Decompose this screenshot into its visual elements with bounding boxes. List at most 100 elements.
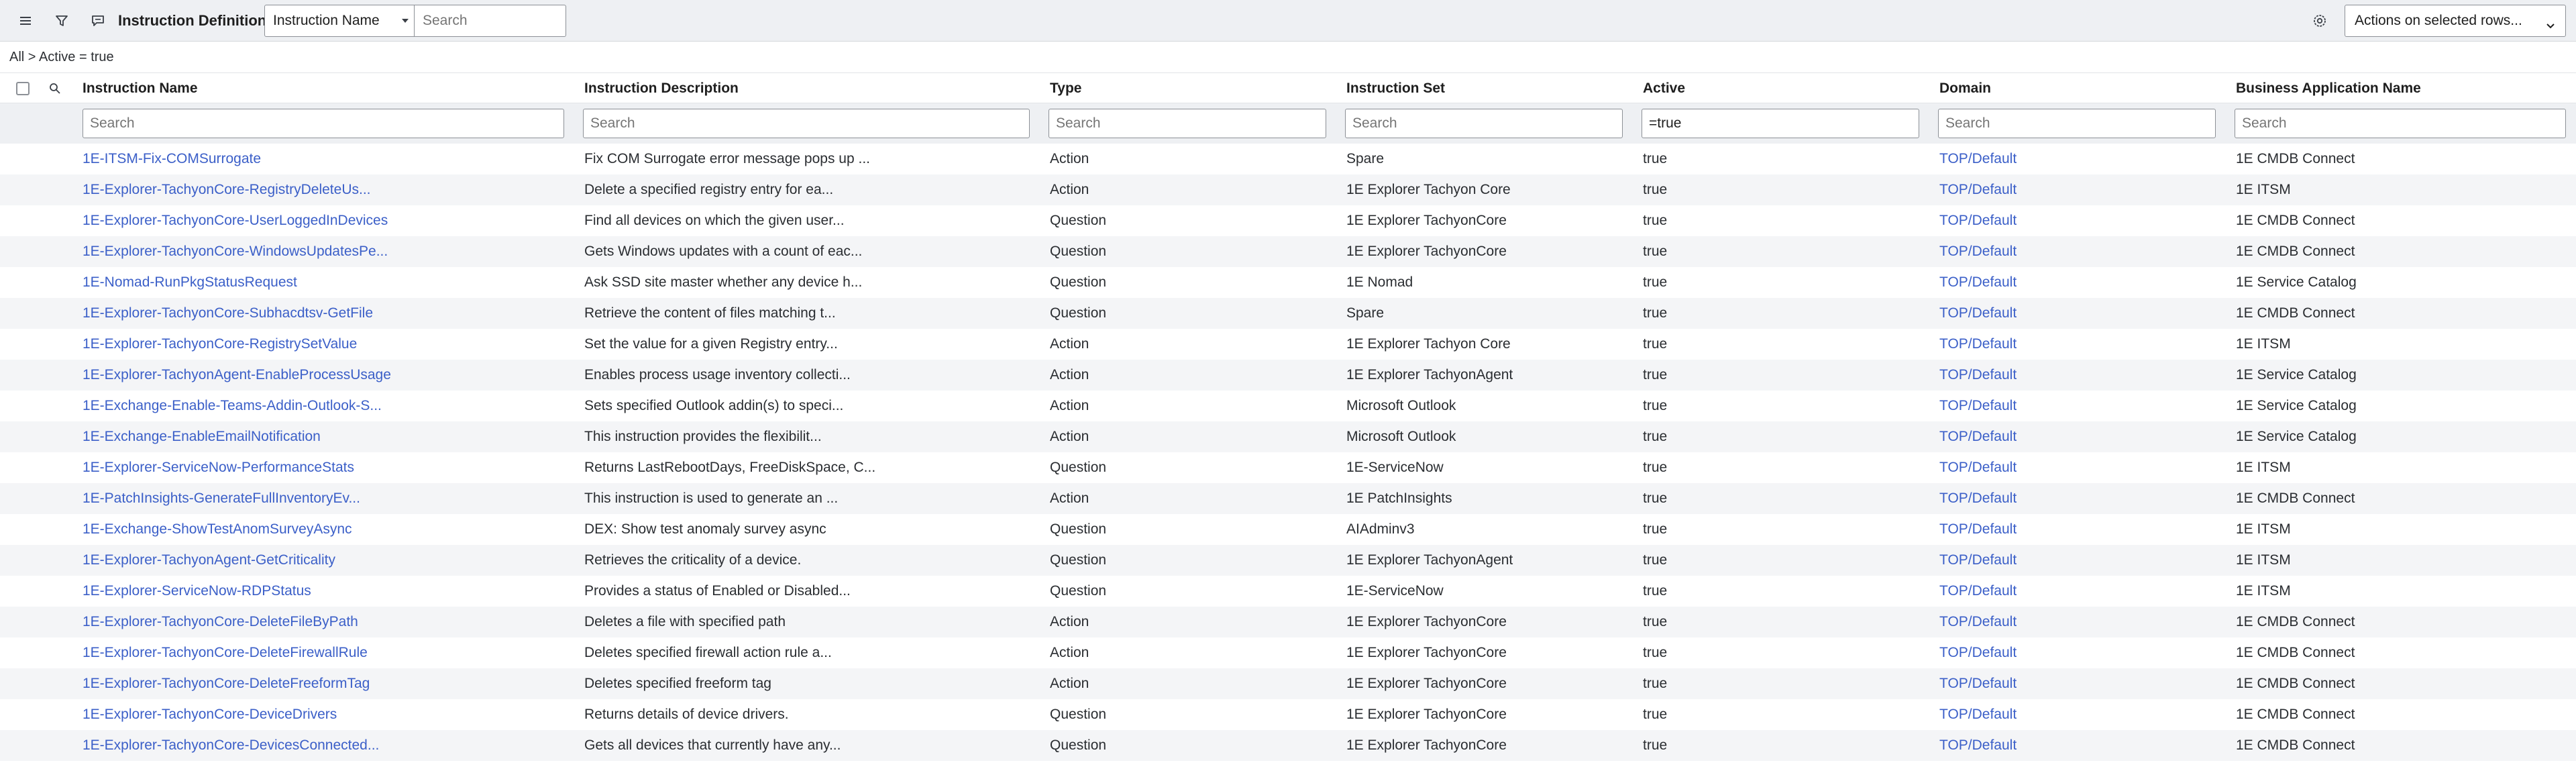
column-header-instruction-set[interactable]: Instruction Set — [1346, 73, 1445, 104]
column-header-instruction-description[interactable]: Instruction Description — [584, 73, 739, 104]
cell-instruction-set: 1E Explorer TachyonCore — [1346, 676, 1507, 691]
funnel-filter-icon[interactable] — [47, 6, 76, 36]
table-row[interactable]: 1E-Explorer-TachyonCore-RegistryDeleteUs… — [0, 174, 2576, 205]
cell-domain[interactable]: TOP/Default — [1939, 576, 2228, 607]
cell-active: true — [1643, 737, 1668, 753]
cell-instruction-description: Gets all devices that currently have any… — [584, 737, 841, 753]
table-row[interactable]: 1E-Explorer-TachyonCore-UserLoggedInDevi… — [0, 205, 2576, 236]
filter-input-business-application-name[interactable] — [2235, 109, 2566, 138]
cell-instruction-name[interactable]: 1E-Explorer-TachyonCore-DeviceDrivers — [83, 699, 579, 730]
cell-instruction-name[interactable]: 1E-Explorer-TachyonCore-WindowsUpdatesPe… — [83, 236, 579, 267]
cell-business-application-name: 1E CMDB Connect — [2236, 305, 2355, 321]
cell-instruction-name[interactable]: 1E-Exchange-ShowTestAnomSurveyAsync — [83, 514, 579, 545]
cell-instruction-description: Returns LastRebootDays, FreeDiskSpace, C… — [584, 460, 876, 475]
cell-instruction-name[interactable]: 1E-Explorer-TachyonCore-DeleteFirewallRu… — [83, 637, 579, 668]
table-row[interactable]: 1E-Explorer-TachyonAgent-GetCriticality R… — [0, 545, 2576, 576]
cell-type: Action — [1050, 676, 1089, 691]
cell-instruction-name[interactable]: 1E-Explorer-TachyonAgent-GetCriticality — [83, 545, 579, 576]
cell-domain[interactable]: TOP/Default — [1939, 637, 2228, 668]
cell-instruction-name[interactable]: 1E-Exchange-EnableEmailNotification — [83, 421, 579, 452]
cell-instruction-name[interactable]: 1E-Explorer-TachyonCore-DeleteFreeformTa… — [83, 668, 579, 699]
cell-domain[interactable]: TOP/Default — [1939, 483, 2228, 514]
cell-domain[interactable]: TOP/Default — [1939, 514, 2228, 545]
cell-domain[interactable]: TOP/Default — [1939, 298, 2228, 329]
filter-input-active[interactable] — [1642, 109, 1919, 138]
cell-instruction-name[interactable]: 1E-Nomad-RunPkgStatusRequest — [83, 267, 579, 298]
table-row[interactable]: 1E-Explorer-TachyonCore-WindowsUpdatesPe… — [0, 236, 2576, 267]
table-row[interactable]: 1E-Explorer-ServiceNow-PerformanceStats R… — [0, 452, 2576, 483]
cell-business-application-name: 1E CMDB Connect — [2236, 707, 2355, 722]
cell-domain[interactable]: TOP/Default — [1939, 236, 2228, 267]
column-header-instruction-name[interactable]: Instruction Name — [83, 73, 198, 104]
cell-business-application-name: 1E ITSM — [2236, 552, 2291, 568]
magnifier-icon[interactable] — [40, 74, 70, 103]
cell-domain[interactable]: TOP/Default — [1939, 144, 2228, 174]
table-row[interactable]: 1E-Nomad-RunPkgStatusRequest Ask SSD site… — [0, 267, 2576, 298]
cell-instruction-name[interactable]: 1E-Explorer-TachyonCore-Subhacdtsv-GetFi… — [83, 298, 579, 329]
cell-domain[interactable]: TOP/Default — [1939, 545, 2228, 576]
cell-domain[interactable]: TOP/Default — [1939, 668, 2228, 699]
table-row[interactable]: 1E-Explorer-TachyonCore-DeviceDrivers Ret… — [0, 699, 2576, 730]
cell-instruction-name[interactable]: 1E-PatchInsights-GenerateFullInventoryEv… — [83, 483, 579, 514]
cell-domain[interactable]: TOP/Default — [1939, 421, 2228, 452]
column-header-domain[interactable]: Domain — [1939, 73, 1991, 104]
cell-instruction-name[interactable]: 1E-Explorer-TachyonCore-UserLoggedInDevi… — [83, 205, 579, 236]
cell-domain[interactable]: TOP/Default — [1939, 360, 2228, 391]
table-row[interactable]: 1E-Exchange-Enable-Teams-Addin-Outlook-S… — [0, 391, 2576, 421]
filter-input-domain[interactable] — [1938, 109, 2216, 138]
table-row[interactable]: 1E-Explorer-TachyonCore-DeleteFileByPath… — [0, 607, 2576, 637]
speech-bubble-icon[interactable] — [83, 6, 113, 36]
cell-business-application-name: 1E CMDB Connect — [2236, 737, 2355, 753]
cell-instruction-name[interactable]: 1E-ITSM-Fix-COMSurrogate — [83, 144, 579, 174]
search-field-select-value: Instruction Name — [273, 13, 380, 28]
table-row[interactable]: 1E-PatchInsights-GenerateFullInventoryEv… — [0, 483, 2576, 514]
table-row[interactable]: 1E-Explorer-TachyonCore-RegistrySetValue… — [0, 329, 2576, 360]
cell-instruction-set: 1E PatchInsights — [1346, 491, 1452, 506]
cell-domain[interactable]: TOP/Default — [1939, 329, 2228, 360]
filter-input-instruction-description[interactable] — [583, 109, 1030, 138]
cell-instruction-name[interactable]: 1E-Explorer-TachyonCore-DevicesConnected… — [83, 730, 579, 761]
cell-instruction-name[interactable]: 1E-Explorer-TachyonAgent-EnableProcessUs… — [83, 360, 579, 391]
column-header-active[interactable]: Active — [1643, 73, 1685, 104]
search-field-select[interactable]: Instruction Name — [264, 5, 415, 37]
table-row[interactable]: 1E-Explorer-TachyonCore-DeleteFirewallRu… — [0, 637, 2576, 668]
cell-instruction-name[interactable]: 1E-Explorer-TachyonCore-RegistryDeleteUs… — [83, 174, 579, 205]
table-row[interactable]: 1E-Exchange-ShowTestAnomSurveyAsync DEX: … — [0, 514, 2576, 545]
cell-instruction-name[interactable]: 1E-Explorer-TachyonCore-RegistrySetValue — [83, 329, 579, 360]
column-header-type[interactable]: Type — [1050, 73, 1081, 104]
select-all-checkbox[interactable] — [16, 82, 30, 95]
table-row[interactable]: 1E-Explorer-ServiceNow-RDPStatus Provides… — [0, 576, 2576, 607]
cell-domain[interactable]: TOP/Default — [1939, 174, 2228, 205]
cell-domain[interactable]: TOP/Default — [1939, 267, 2228, 298]
cell-domain[interactable]: TOP/Default — [1939, 452, 2228, 483]
cell-type: Action — [1050, 429, 1089, 444]
breadcrumb-filter[interactable]: Active = true — [39, 50, 114, 64]
actions-on-selected-rows-select[interactable]: Actions on selected rows... — [2345, 5, 2566, 37]
cell-domain[interactable]: TOP/Default — [1939, 205, 2228, 236]
table-row[interactable]: 1E-Explorer-TachyonCore-Subhacdtsv-GetFi… — [0, 298, 2576, 329]
column-header-business-application-name[interactable]: Business Application Name — [2236, 73, 2421, 104]
cell-instruction-name[interactable]: 1E-Exchange-Enable-Teams-Addin-Outlook-S… — [83, 391, 579, 421]
cell-instruction-name[interactable]: 1E-Explorer-ServiceNow-PerformanceStats — [83, 452, 579, 483]
cell-instruction-name[interactable]: 1E-Explorer-ServiceNow-RDPStatus — [83, 576, 579, 607]
cell-domain[interactable]: TOP/Default — [1939, 699, 2228, 730]
cell-instruction-name[interactable]: 1E-Explorer-TachyonCore-DeleteFileByPath — [83, 607, 579, 637]
filter-input-instruction-set[interactable] — [1345, 109, 1623, 138]
hamburger-menu-icon[interactable] — [11, 6, 40, 36]
gear-icon[interactable] — [2305, 6, 2334, 36]
cell-domain[interactable]: TOP/Default — [1939, 607, 2228, 637]
list-search-input[interactable] — [415, 5, 566, 37]
cell-domain[interactable]: TOP/Default — [1939, 391, 2228, 421]
table-row[interactable]: 1E-ITSM-Fix-COMSurrogate Fix COM Surrogat… — [0, 144, 2576, 174]
table-row[interactable]: 1E-Exchange-EnableEmailNotification This … — [0, 421, 2576, 452]
cell-type: Action — [1050, 367, 1089, 382]
cell-domain[interactable]: TOP/Default — [1939, 730, 2228, 761]
filter-input-instruction-name[interactable] — [83, 109, 564, 138]
table-row[interactable]: 1E-Explorer-TachyonCore-DevicesConnected… — [0, 730, 2576, 761]
filter-input-type[interactable] — [1049, 109, 1326, 138]
cell-type: Action — [1050, 645, 1089, 660]
table-row[interactable]: 1E-Explorer-TachyonCore-DeleteFreeformTa… — [0, 668, 2576, 699]
breadcrumb-all[interactable]: All — [9, 50, 24, 64]
cell-active: true — [1643, 552, 1668, 568]
table-row[interactable]: 1E-Explorer-TachyonAgent-EnableProcessUs… — [0, 360, 2576, 391]
